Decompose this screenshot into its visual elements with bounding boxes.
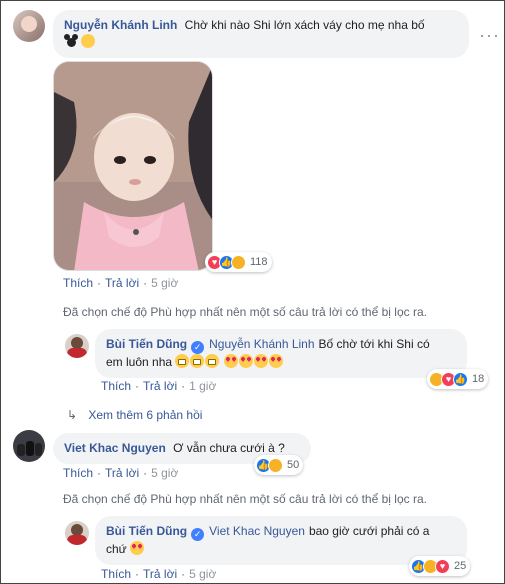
commenter-name[interactable]: Bùi Tiến Dũng	[106, 337, 187, 351]
reply-actions: Thích · Trả lời · 5 giờ	[101, 567, 217, 581]
comment-text-continued: chứ	[106, 542, 127, 556]
comment-timestamp[interactable]: 1 giờ	[189, 379, 216, 393]
reply-link[interactable]: Trả lời	[105, 276, 139, 290]
comment-actions: Thích · Trả lời · 5 giờ	[63, 466, 179, 480]
avatar[interactable]	[13, 430, 45, 462]
heart-eyes-emoji-icon	[253, 354, 268, 368]
reaction-count: 18	[472, 373, 485, 385]
like-link[interactable]: Thích	[63, 276, 93, 290]
tagged-user[interactable]: Nguyễn Khánh Linh	[209, 337, 314, 351]
heart-eyes-emoji-icon	[268, 354, 283, 368]
more-options-icon[interactable]: ···	[479, 25, 500, 46]
filter-note: Đã chọn chế độ Phù hợp nhất nên một số c…	[63, 492, 427, 506]
reaction-count: 118	[250, 256, 268, 268]
avatar[interactable]	[65, 521, 89, 545]
grimace-emoji-icon	[205, 354, 220, 368]
mickey-emoji-icon	[64, 34, 78, 48]
haha-reaction-icon	[231, 254, 246, 270]
reaction-summary[interactable]: 👍 50	[254, 455, 304, 475]
reply-arrow-icon: ↳	[67, 408, 78, 422]
grimace-emoji-icon	[190, 354, 205, 368]
comment-text-continued: em luôn nha	[106, 355, 173, 369]
reply-bubble: Bùi Tiến Dũng ✓ Nguyễn Khánh Linh Bố chờ tớ…	[95, 329, 467, 378]
grimace-emoji-icon	[175, 354, 190, 368]
heart-eyes-emoji-icon	[223, 354, 238, 368]
comment-actions: Thích · Trả lời · 5 giờ	[63, 276, 179, 290]
like-reaction-icon: 👍	[453, 371, 468, 387]
tagged-user[interactable]: Viet Khac Nguyen	[209, 524, 305, 538]
reply-link[interactable]: Trả lời	[143, 379, 177, 393]
like-link[interactable]: Thích	[101, 379, 131, 393]
heart-eyes-emoji-icon	[130, 541, 145, 555]
commenter-name[interactable]: Viet Khac Nguyen	[64, 441, 166, 455]
avatar[interactable]	[13, 10, 45, 42]
comment-thread: Nguyễn Khánh Linh Chờ khi nào Shi lớn xá…	[0, 0, 505, 584]
avatar[interactable]	[65, 334, 89, 358]
comment-timestamp[interactable]: 5 giờ	[189, 567, 216, 581]
reply-bubble: Bùi Tiến Dũng ✓ Viet Khac Nguyen bao giờ cư…	[95, 516, 467, 565]
comment-timestamp[interactable]: 5 giờ	[151, 276, 178, 290]
like-link[interactable]: Thích	[101, 567, 131, 581]
view-more-replies[interactable]: ↳ Xem thêm 6 phản hồi	[67, 408, 202, 422]
reaction-summary[interactable]: ♥ 👍 18	[427, 369, 489, 389]
haha-reaction-icon	[268, 457, 283, 473]
reply-actions: Thích · Trả lời · 1 giờ	[101, 379, 217, 393]
reaction-count: 25	[454, 560, 467, 572]
comment-timestamp[interactable]: 5 giờ	[151, 466, 178, 480]
heart-eyes-emoji-icon	[238, 354, 253, 368]
reaction-summary[interactable]: ♥ 👍 118	[205, 252, 272, 272]
love-reaction-icon: ♥	[435, 558, 450, 574]
like-link[interactable]: Thích	[63, 466, 93, 480]
comment-text: Ơ vẫn chưa cưới à ?	[173, 441, 285, 455]
comment-photo[interactable]	[53, 61, 213, 271]
verified-badge-icon: ✓	[191, 341, 205, 354]
reaction-count: 50	[287, 459, 300, 471]
reply-link[interactable]: Trả lời	[143, 567, 177, 581]
reaction-summary[interactable]: 👍 ♥ 25	[409, 556, 471, 576]
commenter-name[interactable]: Bùi Tiến Dũng	[106, 524, 187, 538]
smiling-hearts-emoji-icon	[81, 34, 96, 48]
commenter-name[interactable]: Nguyễn Khánh Linh	[64, 18, 177, 32]
comment-text: Chờ khi nào Shi lớn xách váy cho mẹ nha …	[184, 18, 425, 32]
comment-bubble: Nguyễn Khánh Linh Chờ khi nào Shi lớn xá…	[53, 10, 469, 58]
comment-text: bao giờ cưới phải có a	[308, 524, 430, 538]
reply-link[interactable]: Trả lời	[105, 466, 139, 480]
comment-text: Bố chờ tới khi Shi có	[318, 337, 430, 351]
verified-badge-icon: ✓	[191, 528, 205, 541]
filter-note: Đã chọn chế độ Phù hợp nhất nên một số c…	[63, 305, 427, 319]
